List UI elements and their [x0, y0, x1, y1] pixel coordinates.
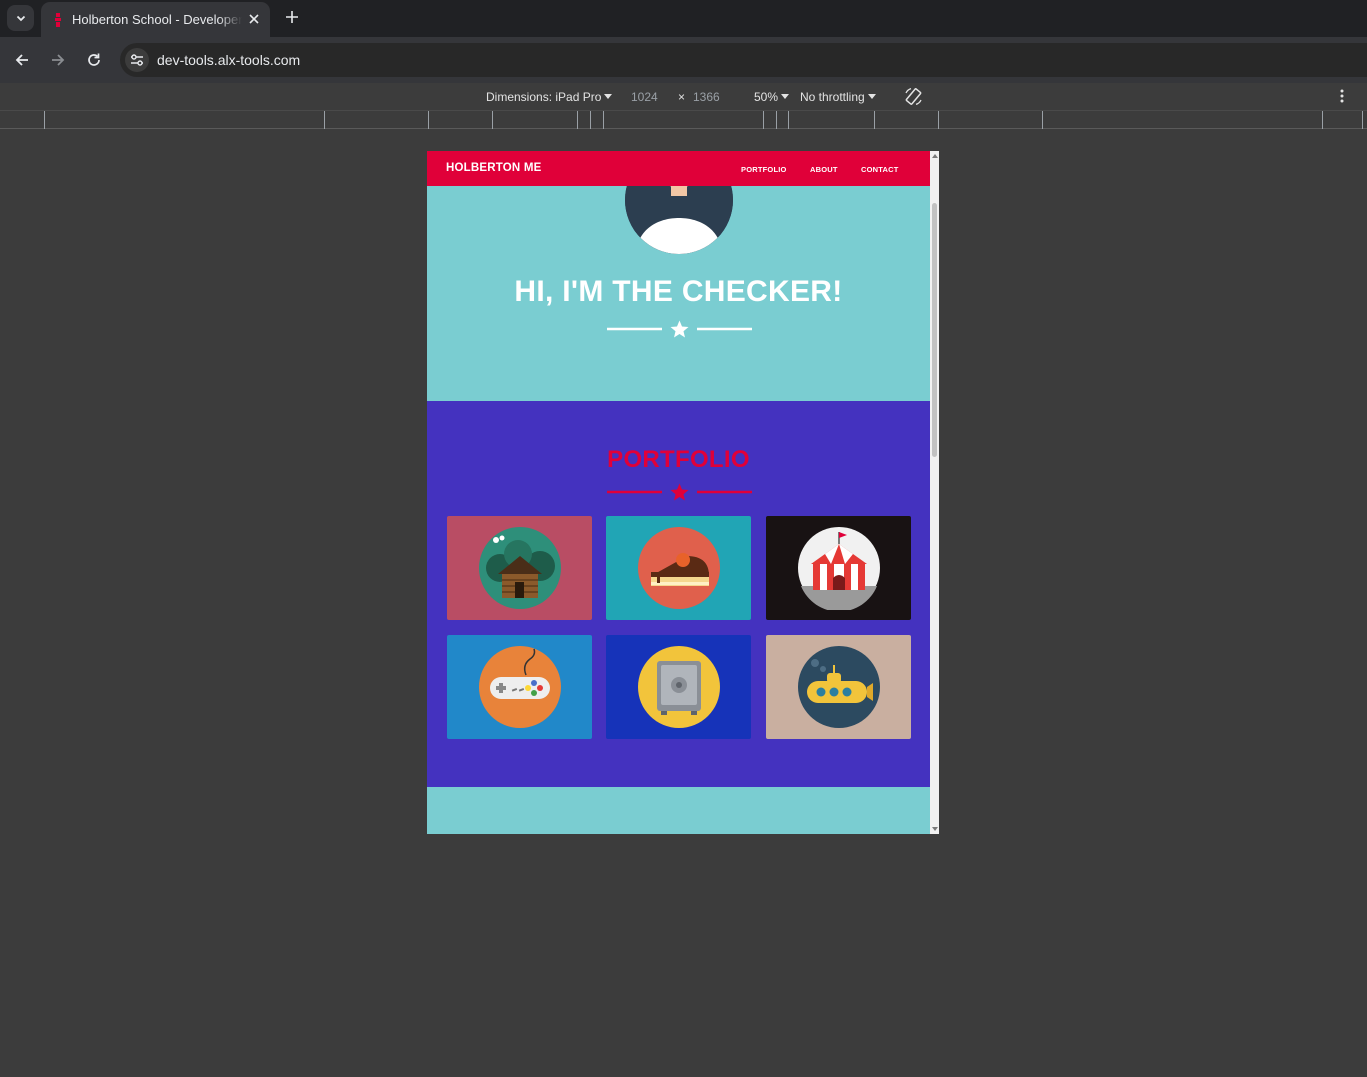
media-query-ruler — [0, 111, 1367, 129]
ruler-tick[interactable] — [44, 111, 45, 129]
device-toolbar: Dimensions: iPad Pro 1024 × 1366 50% No … — [0, 83, 1367, 111]
throttling-dropdown[interactable]: No throttling — [800, 90, 876, 104]
ruler-tick[interactable] — [776, 111, 777, 129]
close-tab-button[interactable] — [246, 11, 262, 27]
ruler-tick[interactable] — [428, 111, 429, 129]
address-bar[interactable]: dev-tools.alx-tools.com — [120, 43, 1367, 77]
ruler-tick[interactable] — [492, 111, 493, 129]
portfolio-divider — [607, 483, 752, 501]
nav-link-contact[interactable]: CONTACT — [861, 165, 899, 174]
rotate-button[interactable] — [904, 87, 923, 109]
forward-button[interactable] — [46, 48, 70, 72]
browser-toolbar: dev-tools.alx-tools.com — [0, 37, 1367, 83]
device-viewport: HI, I'M THE CHECKER! PORTFOLIO HOLBERTON… — [427, 151, 939, 834]
ruler-tick[interactable] — [788, 111, 789, 129]
device-width-input[interactable]: 1024 — [631, 90, 658, 104]
site-navbar: HOLBERTON ME PORTFOLIO ABOUT CONTACT — [427, 151, 930, 186]
caret-down-icon — [604, 94, 613, 99]
circus-tent-icon — [797, 527, 880, 610]
caret-down-icon — [781, 94, 790, 99]
arrow-right-icon — [52, 54, 65, 66]
cake-icon — [637, 527, 720, 609]
holberton-favicon-icon — [55, 12, 61, 27]
nav-link-portfolio[interactable]: PORTFOLIO — [741, 165, 787, 174]
ruler-tick[interactable] — [590, 111, 591, 129]
dimensions-times-sign: × — [678, 90, 686, 104]
emulated-page: HI, I'M THE CHECKER! PORTFOLIO HOLBERTON… — [427, 151, 930, 834]
hero-section: HI, I'M THE CHECKER! — [427, 151, 930, 401]
nav-link-about[interactable]: ABOUT — [810, 165, 838, 174]
tab-search-button[interactable] — [7, 5, 34, 31]
portfolio-item-cabin[interactable] — [447, 516, 592, 620]
portfolio-item-submarine[interactable] — [766, 635, 911, 739]
more-options-button[interactable] — [1340, 89, 1344, 106]
hero-divider — [607, 320, 752, 338]
cabin-icon — [478, 527, 561, 609]
star-icon — [670, 320, 689, 338]
scroll-down-arrow-icon[interactable] — [932, 827, 938, 831]
site-brand[interactable]: HOLBERTON ME — [446, 162, 541, 174]
safe-icon — [637, 646, 720, 728]
reload-button[interactable] — [82, 48, 106, 72]
caret-down-icon — [867, 94, 876, 99]
reload-icon — [88, 53, 100, 66]
more-vert-icon — [1340, 89, 1344, 103]
ruler-tick[interactable] — [603, 111, 604, 129]
ruler-tick[interactable] — [938, 111, 939, 129]
site-info-button[interactable] — [125, 48, 149, 72]
url-text: dev-tools.alx-tools.com — [157, 52, 301, 68]
throttling-label: No throttling — [800, 90, 865, 104]
new-tab-button[interactable] — [281, 6, 303, 28]
ruler-tick[interactable] — [1042, 111, 1043, 129]
device-dimensions-label: Dimensions: iPad Pro — [486, 90, 602, 104]
portfolio-item-safe[interactable] — [606, 635, 751, 739]
device-height-input[interactable]: 1366 — [693, 90, 720, 104]
submarine-icon — [797, 646, 880, 728]
screen-rotation-icon — [905, 87, 922, 106]
tab-title: Holberton School - Developer tools — [72, 12, 242, 27]
back-button[interactable] — [10, 48, 34, 72]
zoom-label: 50% — [754, 90, 779, 104]
portfolio-title: PORTFOLIO — [607, 446, 750, 473]
portfolio-item-circus[interactable] — [766, 516, 911, 620]
portfolio-item-cake[interactable] — [606, 516, 751, 620]
ruler-tick[interactable] — [763, 111, 764, 129]
hero-title: HI, I'M THE CHECKER! — [514, 275, 843, 308]
tune-icon — [131, 54, 143, 66]
ruler-tick[interactable] — [1362, 111, 1363, 129]
next-section — [427, 787, 930, 834]
portfolio-item-controller[interactable] — [447, 635, 592, 739]
star-icon — [670, 483, 689, 501]
plus-icon — [286, 11, 298, 23]
chevron-down-icon — [16, 15, 25, 22]
close-icon — [249, 14, 259, 24]
ruler-tick[interactable] — [1322, 111, 1323, 129]
device-dimensions-dropdown[interactable]: Dimensions: iPad Pro — [486, 90, 613, 104]
page-scrollbar[interactable] — [930, 151, 939, 834]
browser-tab[interactable]: Holberton School - Developer tools — [41, 2, 270, 37]
scroll-up-arrow-icon[interactable] — [932, 154, 938, 158]
ruler-tick[interactable] — [324, 111, 325, 129]
ruler-tick[interactable] — [577, 111, 578, 129]
ruler-tick[interactable] — [874, 111, 875, 129]
tab-strip: Holberton School - Developer tools — [0, 0, 1367, 37]
game-controller-icon — [478, 646, 561, 728]
arrow-left-icon — [15, 54, 28, 66]
portfolio-section: PORTFOLIO — [427, 401, 930, 787]
scrollbar-thumb[interactable] — [932, 203, 937, 457]
zoom-dropdown[interactable]: 50% — [754, 90, 790, 104]
